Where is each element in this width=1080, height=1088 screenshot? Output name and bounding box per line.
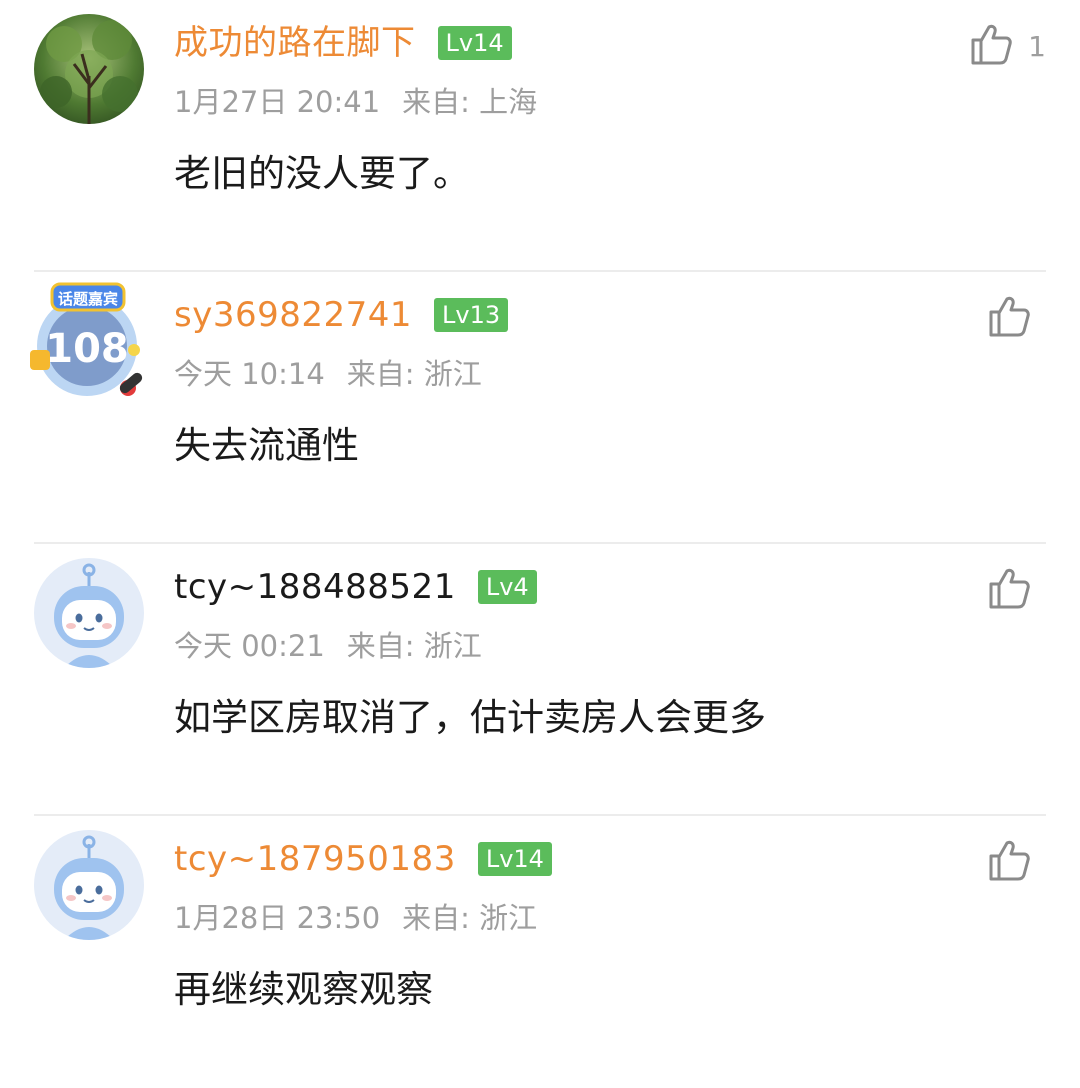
avatar[interactable] <box>34 558 144 668</box>
badge-title: 话题嘉宾 <box>58 290 118 308</box>
comment-time: 今天 00:21 <box>174 629 325 663</box>
like-button[interactable] <box>986 562 1046 618</box>
like-count: 1 <box>1028 29 1046 63</box>
thumbs-up-icon <box>968 21 1014 71</box>
username[interactable]: 成功的路在脚下 <box>174 18 416 68</box>
avatar[interactable] <box>34 830 144 940</box>
comment-text: 如学区房取消了，估计卖房人会更多 <box>174 696 766 739</box>
username[interactable]: sy369822741 <box>174 290 412 340</box>
like-button[interactable]: 1 <box>968 18 1046 74</box>
badge-number: 108 <box>45 326 129 372</box>
comment-item: tcy~188488521 Lv4 今天 00:21 来自: 浙江 如学区房取消… <box>0 544 1080 816</box>
comment-text: 再继续观察观察 <box>174 968 433 1011</box>
comment-location: 来自: 浙江 <box>346 357 482 391</box>
avatar[interactable]: 话题嘉宾 108 <box>30 282 144 396</box>
comment-item: tcy~187950183 Lv14 1月28日 23:50 来自: 浙江 再继… <box>0 816 1080 1088</box>
level-badge: Lv13 <box>434 298 509 332</box>
level-badge: Lv4 <box>477 570 537 604</box>
like-button[interactable] <box>986 290 1046 346</box>
comment-time: 1月27日 20:41 <box>174 85 381 119</box>
level-badge: Lv14 <box>477 842 552 876</box>
username[interactable]: tcy~187950183 <box>174 834 456 884</box>
comment-location: 来自: 浙江 <box>402 901 538 935</box>
comment-time: 1月28日 23:50 <box>174 901 381 935</box>
comment-location: 来自: 浙江 <box>346 629 482 663</box>
level-badge: Lv14 <box>437 26 512 60</box>
thumbs-up-icon <box>986 837 1032 887</box>
avatar[interactable] <box>34 14 144 124</box>
thumbs-up-icon <box>986 565 1032 615</box>
username[interactable]: tcy~188488521 <box>174 562 456 612</box>
comment-text: 失去流通性 <box>174 424 359 467</box>
comment-time: 今天 10:14 <box>174 357 325 391</box>
thumbs-up-icon <box>986 293 1032 343</box>
comment-text: 老旧的没人要了。 <box>174 152 470 195</box>
like-button[interactable] <box>986 834 1046 890</box>
comment-location: 来自: 上海 <box>402 85 538 119</box>
comment-item: 成功的路在脚下 Lv14 1月27日 20:41 来自: 上海 老旧的没人要了。… <box>0 0 1080 272</box>
comment-item: 话题嘉宾 108 sy369822741 Lv13 今天 10:14 来自: 浙… <box>0 272 1080 544</box>
